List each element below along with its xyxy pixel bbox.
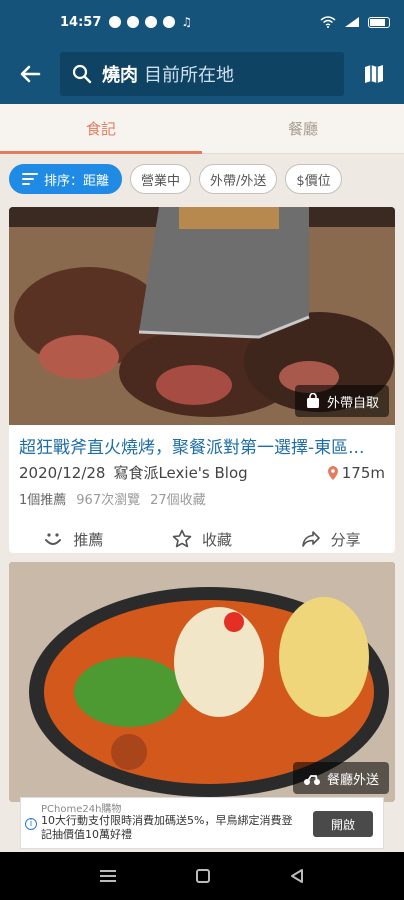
sort-chip[interactable]: 排序：距離: [9, 164, 123, 194]
favorite-button[interactable]: 收藏: [138, 529, 267, 550]
location-pin-icon: [327, 465, 338, 480]
notification-icons: ♫: [109, 15, 192, 29]
distance: 175m: [327, 463, 385, 482]
share-label: 分享: [330, 530, 361, 549]
tab-food-notes[interactable]: 食記: [0, 104, 202, 154]
filter-takeout-delivery[interactable]: 外帶/外送: [199, 164, 278, 194]
notification-icon: [163, 16, 176, 28]
card-photo[interactable]: 餐廳外送: [9, 562, 395, 802]
post-date: 2020/12/28: [19, 463, 106, 482]
system-nav-bar: [0, 852, 404, 900]
favorite-count: 27個收藏: [150, 493, 206, 508]
card-stats: 1個推薦 967次瀏覽 27個收藏: [9, 483, 395, 508]
distance-value: 175m: [341, 463, 385, 482]
recommend-count: 1個推薦: [19, 493, 67, 508]
search-location: 目前所在地: [144, 65, 234, 86]
card-photo[interactable]: 外帶自取: [9, 207, 395, 425]
card-meta: 2020/12/28 寫食派Lexie's Blog 175m: [9, 458, 395, 483]
ad-text: 10大行動支付限時消費加碼送5%，早鳥綁定消費登記抽價值10萬好禮: [41, 814, 293, 841]
search-box[interactable]: 燒肉 目前所在地: [60, 52, 344, 96]
music-icon: ♫: [181, 15, 193, 29]
delivery-badge-label: 餐廳外送: [326, 772, 379, 788]
ad-info-icon[interactable]: i: [25, 818, 37, 830]
map-icon: [365, 65, 383, 83]
status-time: 14:57: [60, 14, 102, 30]
ad-source: PChome24h購物: [41, 804, 122, 815]
filter-open-now[interactable]: 營業中: [130, 164, 192, 194]
share-button[interactable]: 分享: [266, 529, 395, 550]
battery-icon: [368, 16, 390, 28]
sort-label: 排序：距離: [44, 173, 110, 189]
top-bar: 燒肉 目前所在地: [0, 44, 404, 104]
back-nav-icon[interactable]: [289, 868, 305, 884]
bag-icon: [306, 393, 319, 408]
filter-price[interactable]: $價位: [285, 164, 342, 194]
map-button[interactable]: [344, 44, 404, 104]
view-count: 967次瀏覽: [76, 493, 141, 508]
smile-icon: [45, 533, 62, 545]
back-button[interactable]: [0, 44, 60, 104]
food-note-card[interactable]: 外帶自取 超狂戰斧直火燒烤，聚餐派對第一選擇-東區... 2020/12/28 …: [9, 207, 395, 553]
signal-icon: [345, 17, 359, 27]
recommend-label: 推薦: [73, 530, 104, 549]
sort-icon: [22, 173, 38, 185]
notification-icon: [127, 16, 140, 28]
blog-name[interactable]: 寫食派Lexie's Blog: [113, 462, 247, 483]
card-title[interactable]: 超狂戰斧直火燒烤，聚餐派對第一選擇-東區...: [9, 425, 395, 458]
home-icon[interactable]: [195, 868, 211, 884]
tab-restaurants[interactable]: 餐廳: [202, 104, 404, 153]
ad-banner[interactable]: PChome24h購物 i 10大行動支付限時消費加碼送5%，早鳥綁定消費登記抽…: [20, 797, 384, 849]
share-icon: [301, 531, 320, 547]
filter-bar: 排序：距離 營業中 外帶/外送 $價位: [0, 158, 404, 200]
notification-icon: [109, 16, 122, 28]
back-arrow-icon: [20, 65, 41, 83]
search-keyword: 燒肉: [102, 65, 138, 86]
takeout-badge-label: 外帶自取: [326, 395, 379, 411]
recommend-button[interactable]: 推薦: [9, 529, 138, 550]
wifi-icon: [320, 16, 336, 28]
delivery-badge: 餐廳外送: [292, 762, 389, 794]
tab-bar: 食記 餐廳: [0, 104, 404, 154]
food-note-card[interactable]: 餐廳外送: [9, 562, 395, 802]
search-icon: [72, 64, 92, 84]
status-bar: 14:57 ♫: [0, 0, 404, 44]
scooter-icon: [303, 775, 320, 785]
card-actions: 推薦 收藏 分享: [9, 520, 395, 553]
notification-icon: [145, 16, 158, 28]
takeout-badge: 外帶自取: [294, 385, 389, 417]
favorite-label: 收藏: [202, 530, 233, 549]
recent-apps-icon[interactable]: [99, 869, 117, 883]
ad-open-button[interactable]: 開啟: [313, 811, 373, 837]
search-query: 燒肉 目前所在地: [102, 61, 234, 87]
star-icon: [172, 529, 192, 548]
system-icons: [320, 16, 390, 28]
